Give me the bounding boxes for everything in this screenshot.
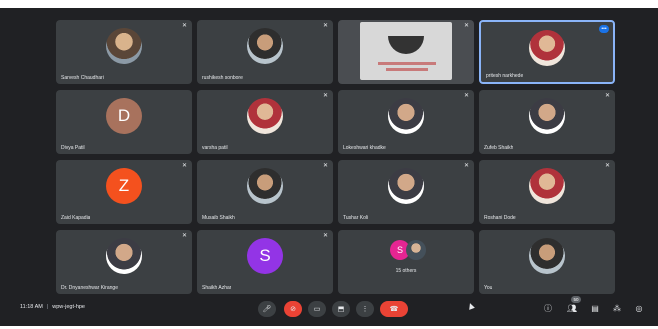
more-options-button[interactable]: ⋮: [356, 301, 374, 317]
screen-share-tile[interactable]: ✕: [338, 20, 474, 84]
end-call-icon: ☎︎: [389, 306, 399, 313]
more-options-icon: ⋮: [361, 306, 369, 313]
participant-tile[interactable]: ✕ S Shaikh Azhar: [197, 230, 333, 294]
meeting-code: wpw-jegt-hpe: [52, 304, 85, 310]
participant-name: Tushar Koli: [343, 215, 369, 221]
camera-button[interactable]: ⊘: [284, 301, 302, 317]
mic-off-icon: ✕: [322, 23, 329, 29]
mic-off-icon: ✕: [463, 93, 470, 99]
host-controls-button[interactable]: ◎: [633, 303, 645, 315]
participant-tile[interactable]: ✕ Musaib Shaikh: [197, 160, 333, 224]
participant-tile[interactable]: ✕ Z Zaid Kapadia: [56, 160, 192, 224]
participant-tile[interactable]: ✕ rushikesh sonbore: [197, 20, 333, 84]
avatar: [247, 28, 283, 64]
participant-name: Divya Patil: [61, 145, 85, 151]
participant-tile-active-speaker[interactable]: ••• pritesh narkhede: [479, 20, 615, 84]
participant-name: pritesh narkhede: [486, 73, 524, 79]
avatar: [406, 240, 426, 260]
people-button[interactable]: 👥︎: [566, 303, 578, 315]
captions-button[interactable]: ▭: [308, 301, 326, 317]
avatar: [529, 30, 565, 66]
meet-window: ✕ Sarvesh Chaudhari ✕ rushikesh sonbore …: [0, 8, 658, 326]
participant-grid: ✕ Sarvesh Chaudhari ✕ rushikesh sonbore …: [54, 20, 616, 294]
clock-time: 11:18 AM: [20, 304, 43, 310]
participant-name: Musaib Shaikh: [202, 215, 235, 221]
avatar: [388, 98, 424, 134]
mic-off-icon: ✕: [322, 93, 329, 99]
people-count-badge: 50: [571, 296, 581, 303]
present-button[interactable]: ⬒: [332, 301, 350, 317]
participant-name: Zaid Kapadia: [61, 215, 91, 221]
participant-tile[interactable]: ✕ Zufeb Shaikh: [479, 90, 615, 154]
participant-tile[interactable]: ✕ Lokeshwari khadke: [338, 90, 474, 154]
shared-image: [388, 36, 424, 54]
chat-icon: ▤: [591, 304, 599, 313]
participant-tile[interactable]: D Divya Patil: [56, 90, 192, 154]
meeting-info: 11:18 AM | wpw-jegt-hpe: [20, 304, 85, 310]
activities-button[interactable]: ⁂: [611, 303, 623, 315]
participant-name: Dr. Dnyaneshwar Kirange: [61, 285, 118, 291]
captions-icon: ▭: [313, 306, 321, 313]
mic-off-icon: ✕: [463, 23, 470, 29]
participant-name: Zufeb Shaikh: [484, 145, 514, 151]
participant-name: varsha patil: [202, 145, 228, 151]
avatar: [247, 168, 283, 204]
chat-button[interactable]: ▤: [589, 303, 601, 315]
mic-icon: 🎤︎: [262, 306, 272, 313]
participant-name: Sarvesh Chaudhari: [61, 75, 104, 81]
avatar: S: [247, 238, 283, 274]
avatar: [247, 98, 283, 134]
participant-name: rushikesh sonbore: [202, 75, 243, 81]
mic-off-icon: ✕: [604, 93, 611, 99]
bottom-bar: 11:18 AM | wpw-jegt-hpe 🎤︎ ⊘ ▭ ⬒ ⋮ ☎︎ ⓘ 👥︎…: [0, 294, 658, 326]
participant-tile[interactable]: ✕ Dr. Dnyaneshwar Kirange: [56, 230, 192, 294]
speaking-indicator-icon: •••: [599, 25, 609, 33]
activities-icon: ⁂: [613, 304, 621, 313]
mic-off-icon: ✕: [181, 233, 188, 239]
info-button[interactable]: ⓘ: [542, 303, 554, 315]
self-tile[interactable]: You: [479, 230, 615, 294]
others-count: 15 others: [395, 268, 417, 274]
participant-name: Roshani Dode: [484, 215, 516, 221]
camera-off-icon: ⊘: [290, 306, 296, 313]
mic-off-icon: ✕: [181, 23, 188, 29]
others-avatars: S: [378, 240, 434, 264]
mic-off-icon: ✕: [181, 163, 188, 169]
avatar: [106, 28, 142, 64]
info-icon: ⓘ: [544, 304, 552, 313]
participant-tile[interactable]: ✕ Roshani Dode: [479, 160, 615, 224]
mic-button[interactable]: 🎤︎: [258, 301, 276, 317]
shared-text-line: [386, 68, 428, 71]
avatar: [106, 238, 142, 274]
mic-off-icon: ✕: [322, 163, 329, 169]
shared-text-line: [378, 62, 436, 65]
avatar: [529, 238, 565, 274]
host-controls-icon: ◎: [635, 304, 643, 313]
participant-name: Shaikh Azhar: [202, 285, 232, 291]
mic-off-icon: ✕: [463, 163, 470, 169]
participant-tile[interactable]: ✕ varsha patil: [197, 90, 333, 154]
avatar: [388, 168, 424, 204]
participant-name: Lokeshwari khadke: [343, 145, 386, 151]
separator: |: [46, 304, 49, 310]
avatar: [529, 98, 565, 134]
avatar: [529, 168, 565, 204]
end-call-button[interactable]: ☎︎: [380, 301, 408, 317]
participant-tile[interactable]: ✕ Tushar Koli: [338, 160, 474, 224]
participant-tile[interactable]: ✕ Sarvesh Chaudhari: [56, 20, 192, 84]
mic-off-icon: ✕: [604, 163, 611, 169]
avatar: Z: [106, 168, 142, 204]
present-icon: ⬒: [337, 306, 345, 313]
others-tile[interactable]: S 15 others: [338, 230, 474, 294]
participant-name: You: [484, 285, 493, 291]
shared-screen-preview: [360, 22, 452, 80]
mic-off-icon: ✕: [322, 233, 329, 239]
avatar: D: [106, 98, 142, 134]
people-icon: 👥︎: [566, 304, 578, 313]
